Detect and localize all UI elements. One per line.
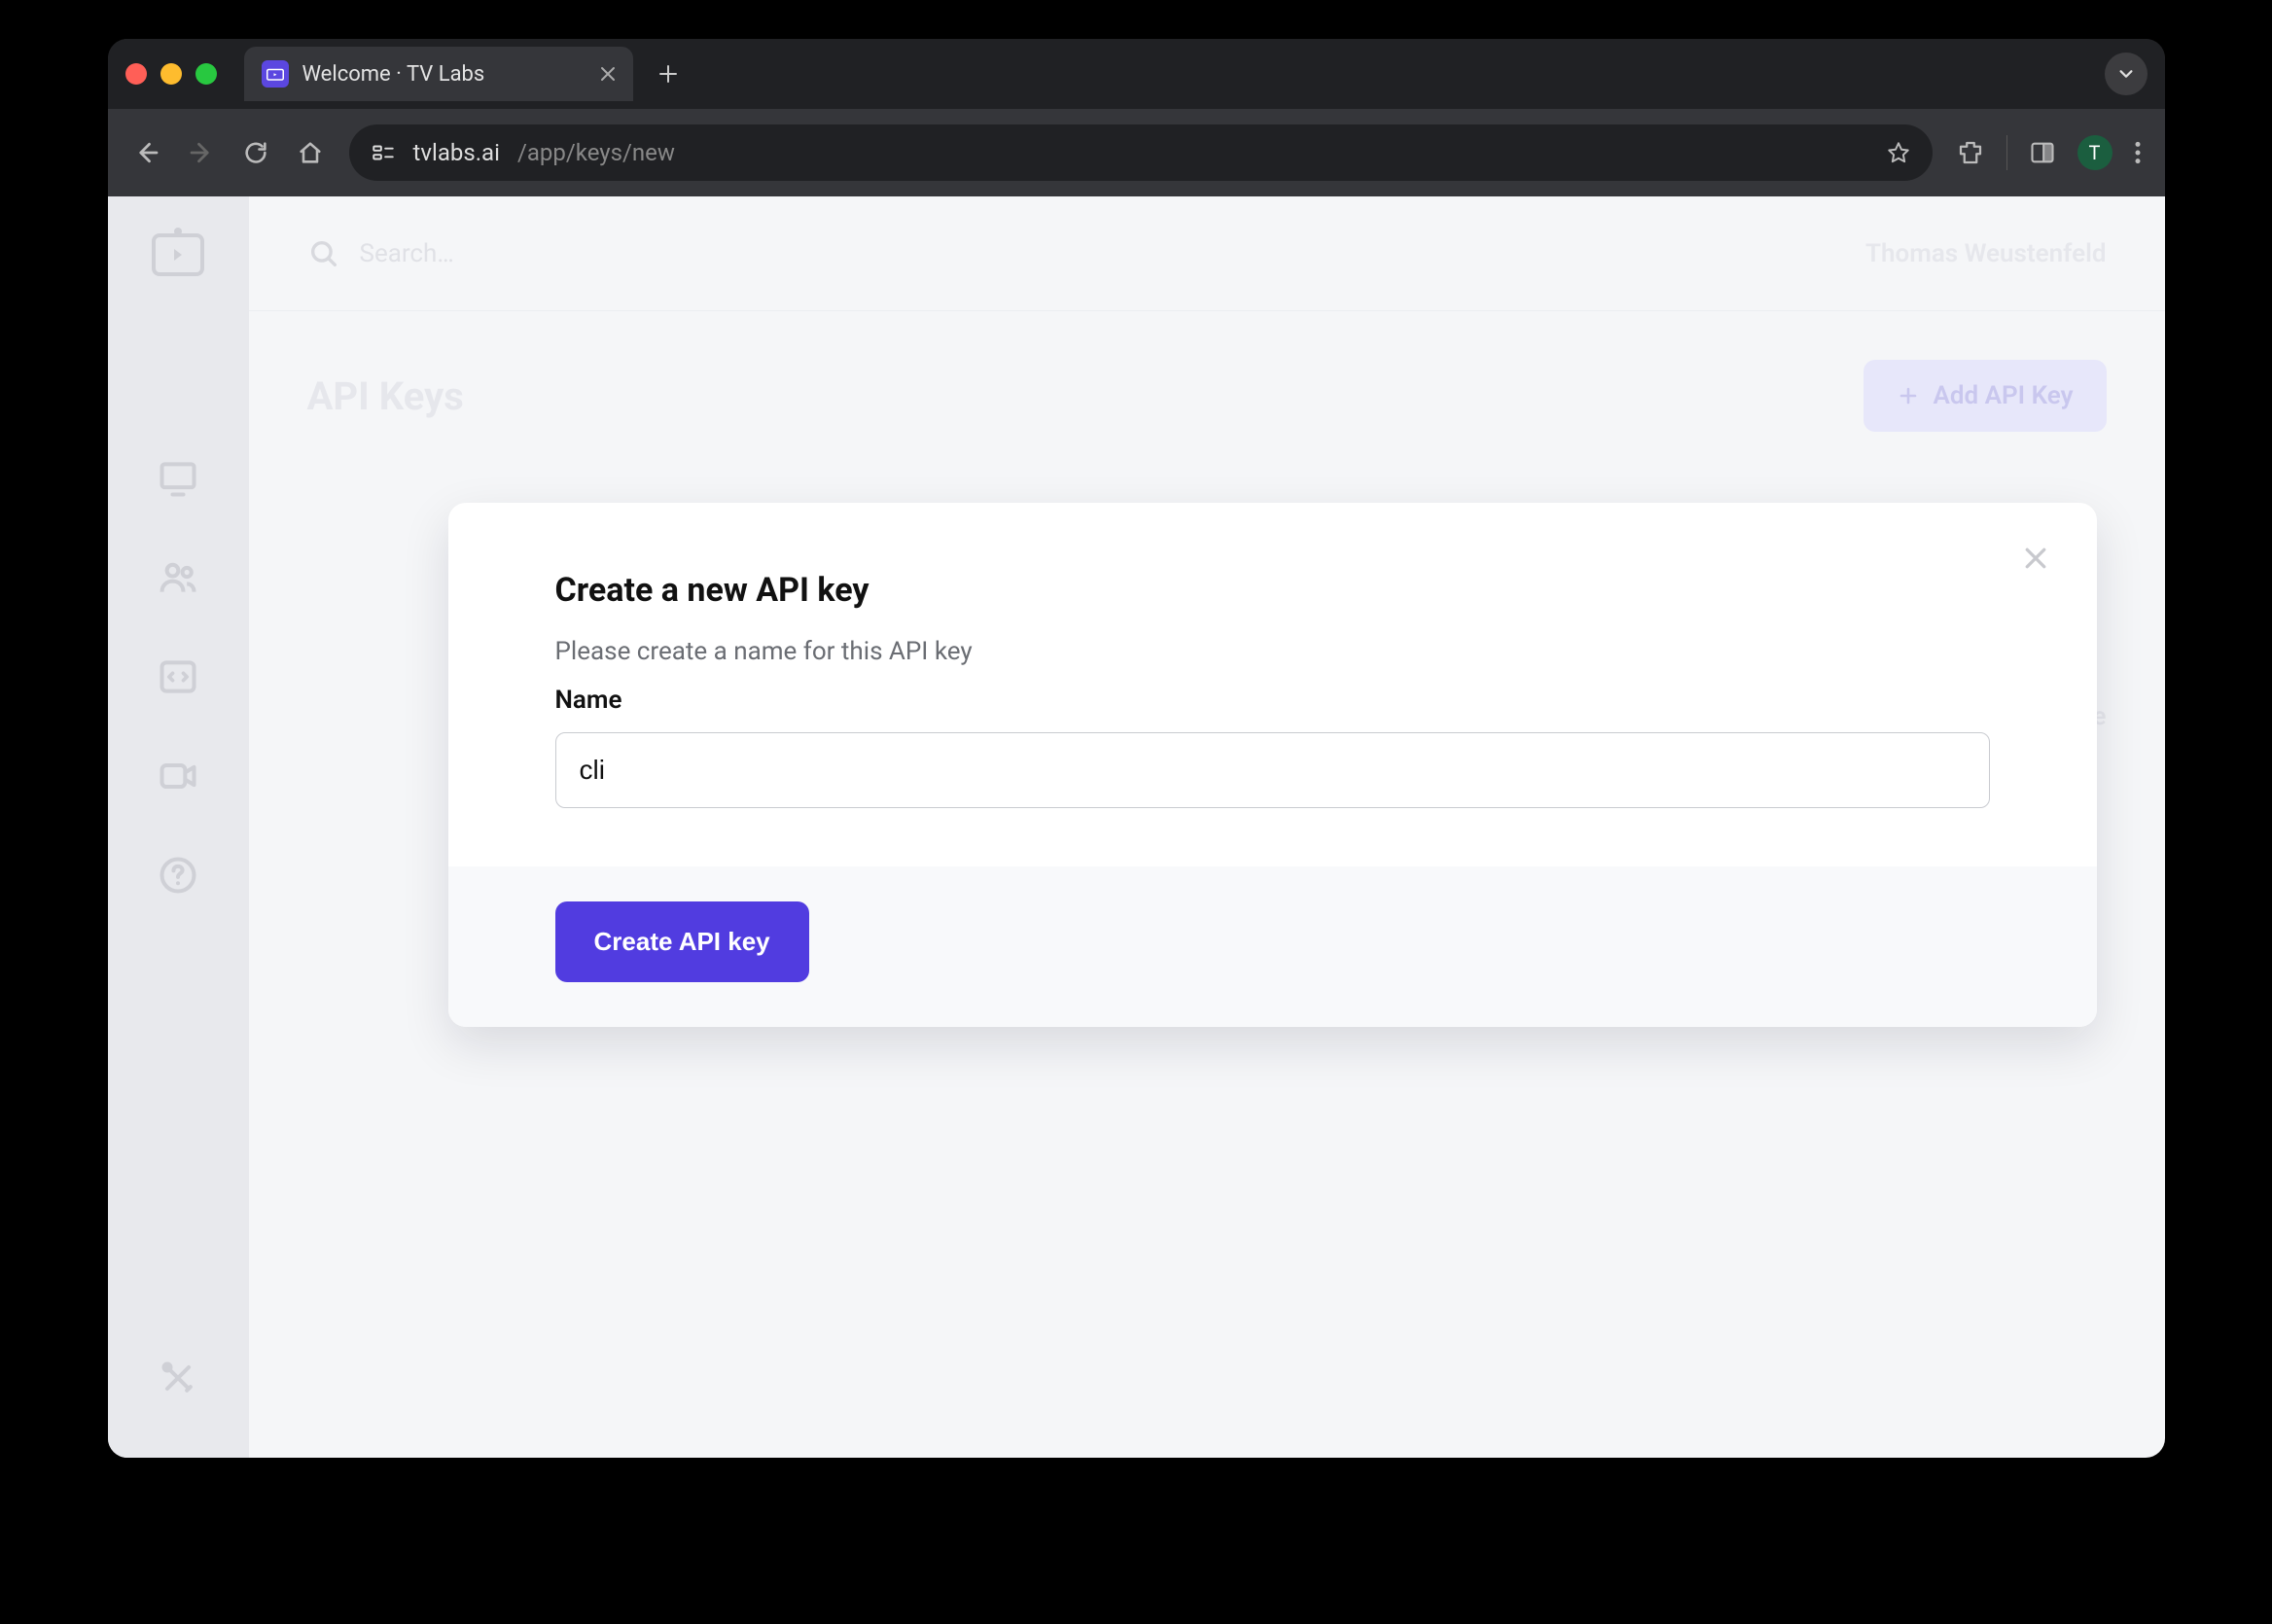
top-bar: Search… Thomas Weustenfeld xyxy=(249,196,2165,311)
page-header: API Keys Add API Key xyxy=(307,360,2107,432)
content-area: Search… Thomas Weustenfeld API Keys Add … xyxy=(249,196,2165,1458)
url-path: /app/keys/new xyxy=(517,139,675,166)
home-button[interactable] xyxy=(295,137,326,168)
sidebar xyxy=(108,196,249,1458)
browser-toolbar: tvlabs.ai/app/keys/new T xyxy=(108,109,2165,196)
url-host: tvlabs.ai xyxy=(413,139,500,166)
main: API Keys Add API Key xyxy=(249,311,2165,519)
user-name[interactable]: Thomas Weustenfeld xyxy=(1865,239,2106,268)
forward-button[interactable] xyxy=(186,137,217,168)
app-logo[interactable] xyxy=(152,233,204,276)
search-input[interactable]: Search… xyxy=(360,239,454,268)
reload-button[interactable] xyxy=(240,137,271,168)
name-field-label: Name xyxy=(555,686,1990,715)
page: Search… Thomas Weustenfeld API Keys Add … xyxy=(108,196,2165,1458)
menu-icon[interactable] xyxy=(2134,140,2142,165)
side-panel-icon[interactable] xyxy=(2029,139,2056,166)
users-icon[interactable] xyxy=(157,556,199,599)
tabs-dropdown-button[interactable] xyxy=(2105,53,2148,95)
back-button[interactable] xyxy=(131,137,162,168)
minimize-window-button[interactable] xyxy=(160,63,182,85)
name-input[interactable] xyxy=(555,732,1990,808)
maximize-window-button[interactable] xyxy=(195,63,217,85)
video-icon[interactable] xyxy=(157,755,199,797)
add-api-key-label: Add API Key xyxy=(1934,381,2074,410)
tab-title: Welcome · TV Labs xyxy=(302,62,485,87)
tab-favicon xyxy=(262,60,289,88)
modal-footer: Create API key xyxy=(448,866,2097,1027)
tab-close-icon[interactable] xyxy=(598,64,618,84)
bookmark-icon[interactable] xyxy=(1886,140,1911,165)
browser-tab[interactable]: Welcome · TV Labs xyxy=(244,47,633,101)
add-api-key-button[interactable]: Add API Key xyxy=(1864,360,2107,432)
modal-subtitle: Please create a name for this API key xyxy=(555,637,1990,666)
search-icon xyxy=(307,237,340,270)
create-api-key-button[interactable]: Create API key xyxy=(555,901,809,982)
site-info-icon[interactable] xyxy=(371,140,396,165)
window-controls xyxy=(125,63,217,85)
help-icon[interactable] xyxy=(157,854,199,897)
modal-close-icon[interactable] xyxy=(2021,544,2050,573)
toolbar-right: T xyxy=(1956,135,2142,170)
code-icon[interactable] xyxy=(157,655,199,698)
profile-avatar[interactable]: T xyxy=(2077,135,2112,170)
extensions-icon[interactable] xyxy=(1956,138,1985,167)
page-title: API Keys xyxy=(307,373,464,419)
toolbar-divider xyxy=(2006,135,2007,170)
tools-icon[interactable] xyxy=(157,1357,199,1399)
close-window-button[interactable] xyxy=(125,63,147,85)
create-api-key-modal: Create a new API key Please create a nam… xyxy=(448,503,2097,1027)
plus-icon xyxy=(1897,384,1920,407)
modal-title: Create a new API key xyxy=(555,571,1990,610)
address-bar[interactable]: tvlabs.ai/app/keys/new xyxy=(349,124,1933,181)
tab-bar: Welcome · TV Labs xyxy=(108,39,2165,109)
monitor-icon[interactable] xyxy=(157,457,199,500)
browser-window: Welcome · TV Labs xyxy=(108,39,2165,1458)
new-tab-button[interactable] xyxy=(657,62,680,86)
